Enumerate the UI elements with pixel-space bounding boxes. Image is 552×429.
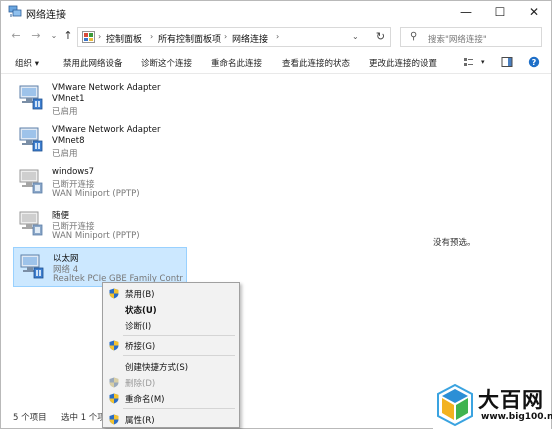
- view-dropdown-icon[interactable]: ▾: [481, 58, 485, 66]
- connection-status: 已启用: [52, 149, 78, 159]
- menu-item-label: 属性(R): [125, 416, 155, 426]
- connection-device: WAN Miniport (PPTP): [52, 231, 140, 241]
- vpn-connection-icon: [19, 169, 43, 194]
- breadcrumb-separator: ›: [150, 32, 154, 41]
- breadcrumb-all-items[interactable]: 所有控制面板项: [158, 32, 221, 45]
- breadcrumb-separator: ›: [276, 32, 280, 41]
- network-connections-window: 网络连接 — ☐ ✕ ← → ⌄ ↑ › 控制面板 › 所有控制面板项 › 网络…: [0, 0, 552, 429]
- connection-name: VMware Network Adapter: [52, 125, 161, 135]
- list-item[interactable]: windows7 已断开连接 WAN Miniport (PPTP): [13, 163, 187, 203]
- context-menu: 禁用(B) 状态(U) 诊断(I) 桥接(G) 创建快捷方式(S) 删除(D) …: [102, 282, 240, 428]
- uac-shield-icon: [109, 340, 119, 351]
- breadcrumb-separator: ›: [224, 32, 228, 41]
- window-title: 网络连接: [26, 10, 66, 21]
- network-connections-icon: [8, 5, 22, 17]
- watermark-title: 大百网: [478, 388, 544, 412]
- preview-pane-icon[interactable]: [501, 56, 513, 68]
- refresh-icon[interactable]: ↻: [371, 27, 391, 47]
- menu-item-status[interactable]: 状态(U): [103, 301, 239, 317]
- view-status-button[interactable]: 查看此连接的状态: [282, 57, 350, 69]
- uac-shield-icon: [109, 414, 119, 425]
- menu-separator: [123, 408, 235, 409]
- menu-item-shortcut[interactable]: 创建快捷方式(S): [103, 358, 239, 374]
- search-input[interactable]: ⚲ 搜索"网络连接": [400, 27, 542, 47]
- list-item[interactable]: VMware Network Adapter VMnet8 已启用: [13, 121, 187, 161]
- connection-line2: VMnet1: [52, 94, 85, 104]
- connection-name: windows7: [52, 167, 95, 177]
- arrow-up-icon[interactable]: ↑: [61, 29, 75, 43]
- change-settings-button[interactable]: 更改此连接的设置: [369, 57, 437, 69]
- help-icon[interactable]: ?: [528, 56, 540, 68]
- connection-device: WAN Miniport (PPTP): [52, 189, 140, 199]
- uac-shield-icon: [109, 377, 119, 388]
- navigation-bar: ← → ⌄ ↑ › 控制面板 › 所有控制面板项 › 网络连接 › ⌄ ↻ ⚲ …: [1, 25, 551, 49]
- rename-button[interactable]: 重命名此连接: [211, 57, 262, 69]
- connection-name: VMware Network Adapter: [52, 83, 161, 93]
- item-count: 5 个项目: [13, 413, 47, 423]
- list-item[interactable]: VMware Network Adapter VMnet1 已启用: [13, 79, 187, 119]
- no-preview-text: 没有预选。: [433, 238, 476, 248]
- close-button[interactable]: ✕: [517, 1, 551, 23]
- menu-item-label: 删除(D): [125, 379, 156, 389]
- menu-item-properties[interactable]: 属性(R): [103, 411, 239, 427]
- menu-item-rename[interactable]: 重命名(M): [103, 390, 239, 406]
- menu-item-label: 禁用(B): [125, 290, 155, 300]
- address-bar[interactable]: › 控制面板 › 所有控制面板项 › 网络连接 › ⌄: [77, 27, 391, 47]
- menu-separator: [123, 335, 235, 336]
- view-options-icon[interactable]: [463, 56, 475, 68]
- menu-item-label: 状态(U): [125, 306, 157, 316]
- menu-item-label: 创建快捷方式(S): [125, 363, 189, 373]
- connection-line2: VMnet8: [52, 136, 85, 146]
- breadcrumb-network-connections[interactable]: 网络连接: [232, 32, 268, 45]
- title-bar: 网络连接 — ☐ ✕: [1, 1, 551, 23]
- arrow-right-icon[interactable]: →: [29, 29, 43, 43]
- watermark: 大百网 www.big100.net: [433, 381, 552, 429]
- breadcrumb-control-panel[interactable]: 控制面板: [106, 32, 142, 45]
- network-adapter-icon: [19, 127, 43, 152]
- menu-item-disable[interactable]: 禁用(B): [103, 285, 239, 301]
- diagnose-button[interactable]: 诊断这个连接: [141, 57, 192, 69]
- menu-item-label: 诊断(I): [125, 322, 152, 332]
- command-bar: 组织 ▾ 禁用此网络设备 诊断这个连接 重命名此连接 查看此连接的状态 更改此连…: [1, 52, 551, 74]
- breadcrumb-separator: ›: [98, 32, 102, 41]
- network-adapter-icon: [19, 85, 43, 110]
- disable-device-button[interactable]: 禁用此网络设备: [63, 57, 123, 69]
- menu-item-diagnose[interactable]: 诊断(I): [103, 317, 239, 333]
- search-placeholder: 搜索"网络连接": [428, 35, 487, 45]
- vpn-connection-icon: [19, 211, 43, 236]
- preview-pane: 没有预选。: [353, 75, 551, 405]
- search-icon: ⚲: [410, 31, 418, 42]
- maximize-button[interactable]: ☐: [483, 1, 517, 23]
- arrow-left-icon[interactable]: ←: [9, 29, 23, 43]
- menu-item-label: 重命名(M): [125, 395, 165, 405]
- selected-count: 选中 1 个项: [61, 413, 106, 423]
- big100-logo-icon: [437, 383, 473, 427]
- ethernet-adapter-icon: [20, 254, 44, 279]
- connection-status: 已启用: [52, 107, 78, 117]
- svg-text:?: ?: [532, 58, 537, 67]
- chevron-down-icon[interactable]: ⌄: [47, 29, 61, 43]
- list-item[interactable]: 随便 已断开连接 WAN Miniport (PPTP): [13, 205, 187, 245]
- list-item-selected[interactable]: 以太网 网络 4 Realtek PCIe GBE Family Contr: [13, 247, 187, 287]
- menu-item-delete: 删除(D): [103, 374, 239, 390]
- watermark-url: www.big100.net: [481, 412, 552, 422]
- minimize-button[interactable]: —: [449, 1, 483, 23]
- menu-separator: [123, 355, 235, 356]
- uac-shield-icon: [109, 288, 119, 299]
- organize-button[interactable]: 组织 ▾: [15, 57, 39, 69]
- control-panel-icon: [82, 31, 95, 43]
- uac-shield-icon: [109, 393, 119, 404]
- menu-item-bridge[interactable]: 桥接(G): [103, 337, 239, 353]
- address-dropdown-icon[interactable]: ⌄: [352, 32, 359, 41]
- menu-item-label: 桥接(G): [125, 342, 156, 352]
